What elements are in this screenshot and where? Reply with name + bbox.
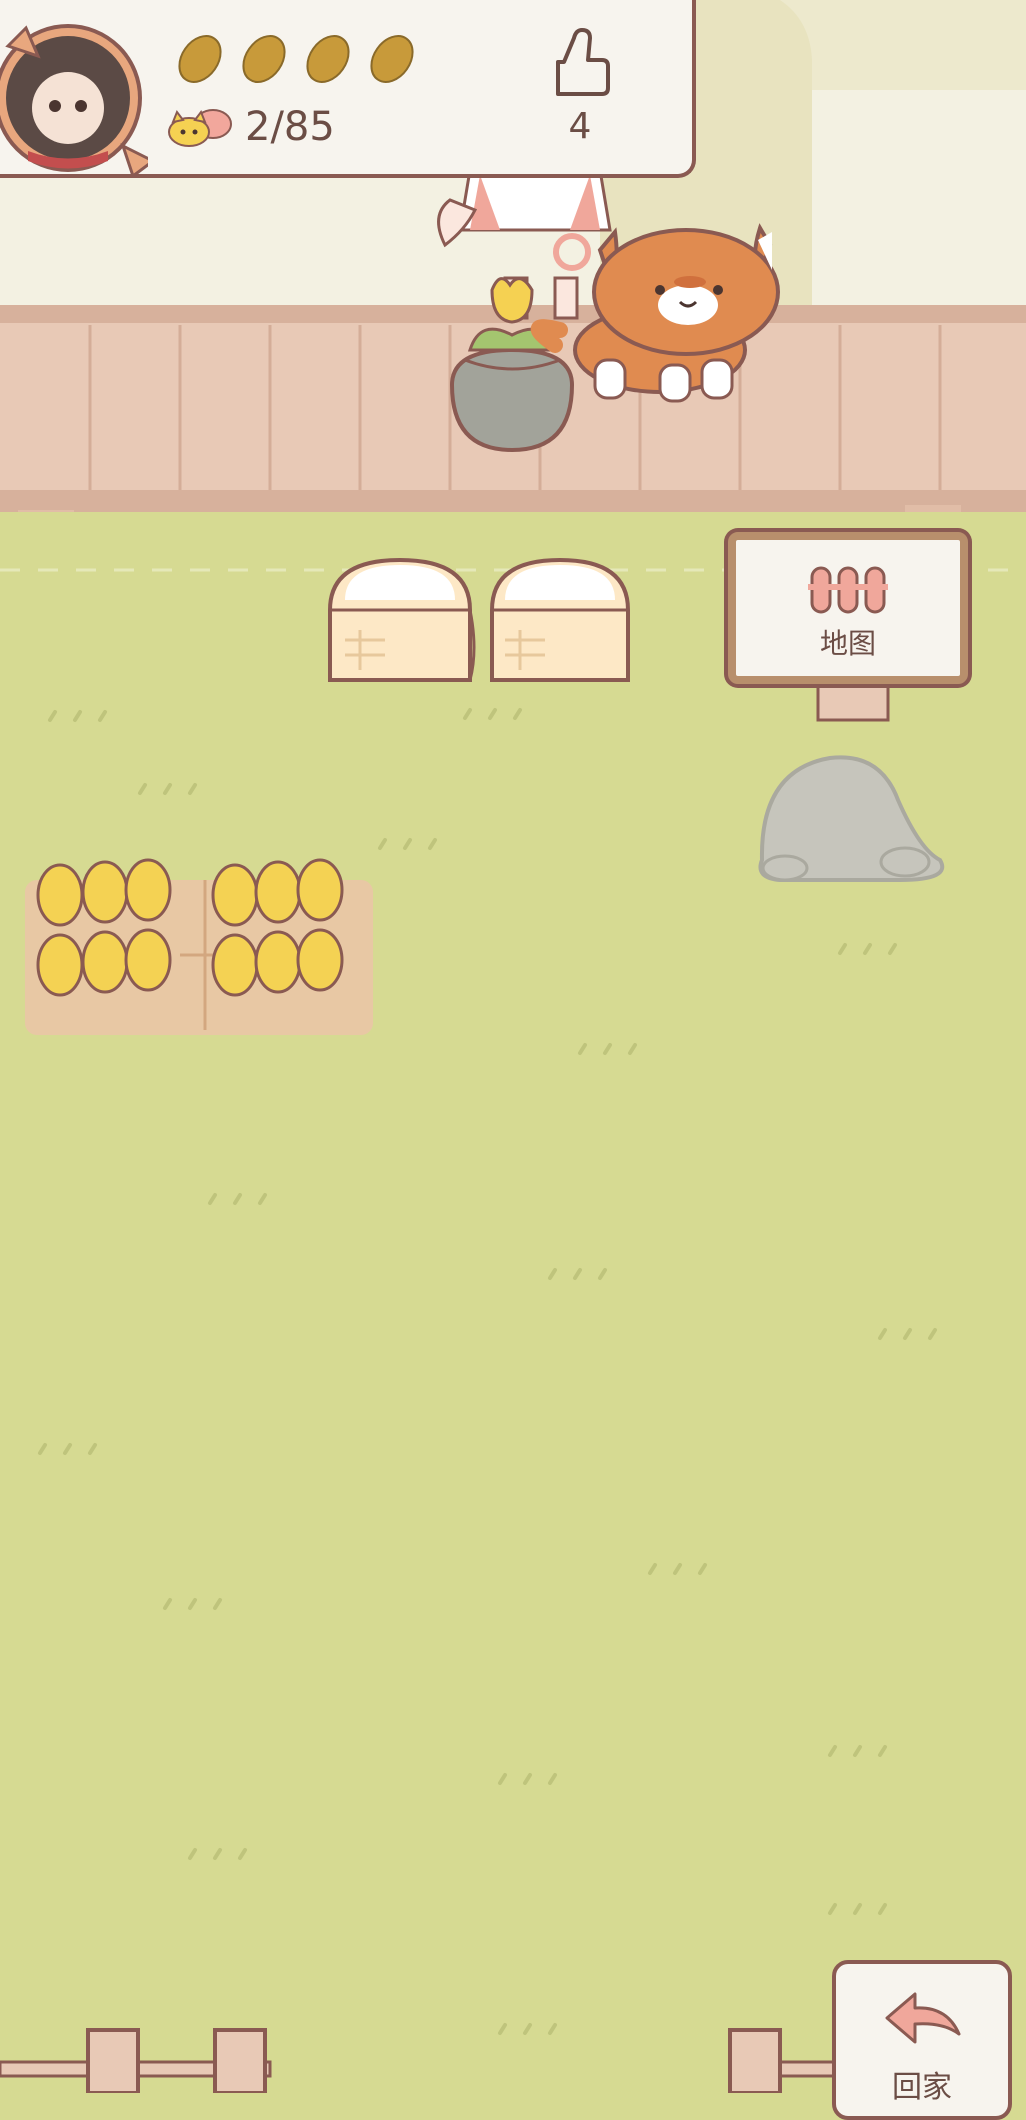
sign-post (816, 676, 890, 722)
avatar[interactable] (0, 16, 156, 179)
back-arrow-icon (885, 1992, 961, 2044)
fence-map-icon (808, 566, 888, 614)
pet-count-value: 2/85 (245, 104, 335, 150)
player-status-card: 2/85 4 (0, 0, 696, 179)
map-button[interactable]: 地图 (728, 532, 968, 684)
cat-pig-icon (168, 109, 232, 147)
go-home-button[interactable]: 回家 (832, 1960, 1012, 2120)
rice-basket[interactable] (490, 557, 630, 682)
potato-icon (306, 35, 350, 83)
pet-counter[interactable]: 2/85 (165, 104, 335, 150)
likes-counter[interactable]: 4 (535, 26, 625, 147)
potato-icon (242, 35, 286, 83)
rice-basket[interactable] (328, 557, 476, 682)
potato-currency (175, 32, 417, 86)
potato-icon (370, 35, 414, 83)
wheat-field[interactable] (25, 858, 373, 1035)
map-label: 地图 (819, 627, 876, 660)
thumbs-up-icon (556, 28, 610, 96)
potato-icon (178, 35, 222, 83)
like-count-value: 4 (568, 106, 592, 147)
farm-scene (0, 0, 1026, 2093)
home-label: 回家 (892, 2070, 952, 2105)
